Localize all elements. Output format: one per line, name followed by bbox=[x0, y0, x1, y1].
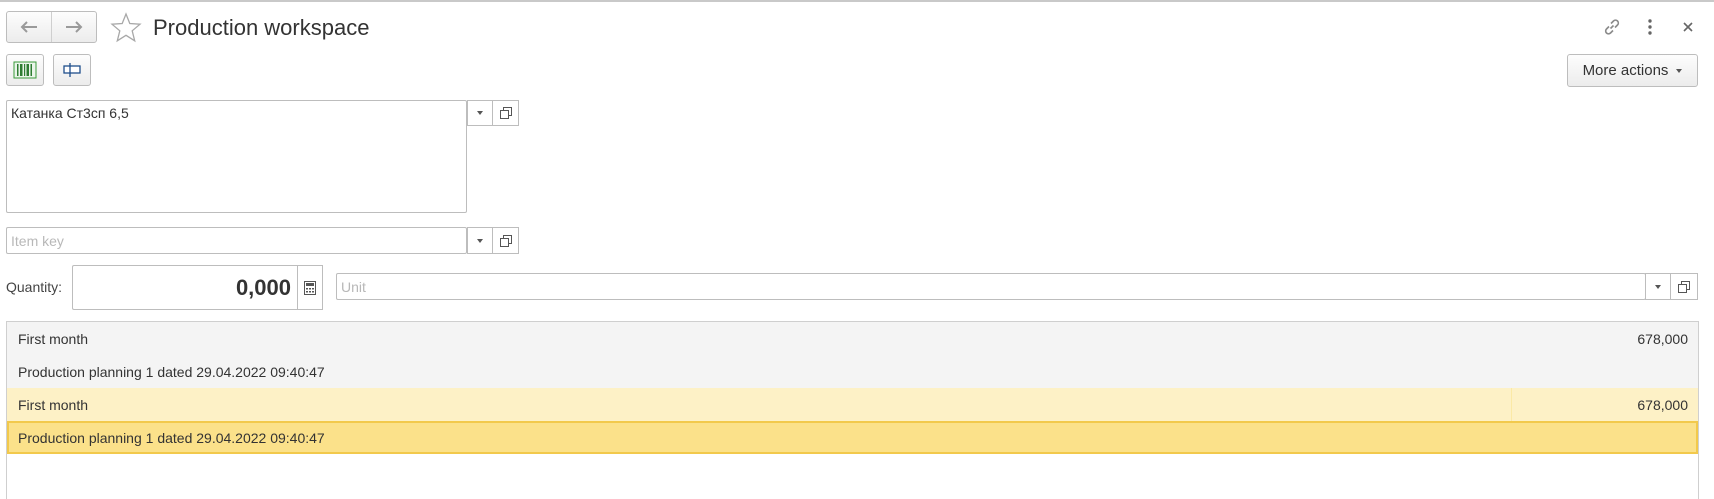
forward-button[interactable] bbox=[51, 12, 96, 42]
item-name-dropdown-button[interactable] bbox=[467, 100, 493, 126]
unit-placeholder: Unit bbox=[341, 278, 366, 295]
item-key-placeholder: Item key bbox=[11, 232, 64, 249]
calculator-button[interactable] bbox=[297, 265, 323, 310]
item-key-open-button[interactable] bbox=[492, 227, 519, 254]
row-name: First month bbox=[18, 330, 89, 347]
table-row[interactable]: Production planning 1 dated 29.04.2022 0… bbox=[7, 355, 1698, 388]
quantity-label: Quantity: bbox=[6, 279, 63, 295]
more-actions-button[interactable]: More actions bbox=[1567, 54, 1698, 87]
calculator-icon bbox=[304, 280, 316, 295]
star-icon[interactable] bbox=[110, 12, 142, 44]
page-title: Production workspace bbox=[153, 15, 370, 40]
link-button[interactable] bbox=[1601, 16, 1623, 38]
more-vertical-button[interactable] bbox=[1639, 16, 1661, 38]
unit-input[interactable]: Unit bbox=[336, 273, 1646, 300]
chevron-down-icon bbox=[1655, 284, 1661, 289]
barcode-button[interactable] bbox=[6, 54, 44, 86]
more-vertical-icon bbox=[1648, 19, 1652, 35]
close-button[interactable] bbox=[1677, 16, 1699, 38]
item-key-input[interactable]: Item key bbox=[6, 227, 467, 254]
row-value bbox=[1511, 421, 1698, 454]
table-row[interactable]: First month 678,000 bbox=[7, 388, 1698, 421]
planning-table: First month 678,000 Production planning … bbox=[6, 321, 1699, 499]
navigation-group bbox=[6, 11, 97, 43]
row-name: Production planning 1 dated 29.04.2022 0… bbox=[18, 429, 325, 446]
row-value bbox=[1511, 355, 1698, 388]
row-name: First month bbox=[18, 396, 89, 413]
barcode-icon bbox=[13, 61, 37, 79]
chevron-down-icon bbox=[477, 111, 483, 115]
row-name: Production planning 1 dated 29.04.2022 0… bbox=[18, 363, 325, 380]
item-name-field[interactable]: Катанка Ст3сп 6,5 bbox=[6, 100, 467, 213]
open-window-icon bbox=[499, 107, 512, 119]
unit-open-button[interactable] bbox=[1670, 273, 1698, 300]
link-icon bbox=[1604, 19, 1620, 35]
window-top-border bbox=[0, 0, 1714, 2]
close-icon bbox=[1683, 22, 1693, 32]
label-button[interactable] bbox=[53, 54, 91, 86]
row-value: 678,000 bbox=[1637, 330, 1688, 347]
forward-arrow-icon bbox=[66, 21, 83, 33]
back-button[interactable] bbox=[7, 12, 51, 42]
open-window-icon bbox=[1678, 280, 1690, 293]
row-value: 678,000 bbox=[1511, 388, 1698, 421]
more-actions-label: More actions bbox=[1582, 62, 1669, 79]
chevron-down-icon bbox=[477, 238, 483, 243]
open-window-icon bbox=[499, 234, 512, 247]
back-arrow-icon bbox=[20, 21, 37, 33]
item-key-dropdown-button[interactable] bbox=[467, 227, 493, 254]
unit-dropdown-button[interactable] bbox=[1645, 273, 1671, 300]
label-icon bbox=[63, 63, 81, 77]
table-row[interactable]: First month 678,000 bbox=[7, 322, 1698, 355]
quantity-input[interactable]: 0,000 bbox=[72, 265, 297, 310]
table-row-selected[interactable]: Production planning 1 dated 29.04.2022 0… bbox=[7, 421, 1698, 454]
item-name-open-button[interactable] bbox=[492, 100, 519, 126]
chevron-down-icon bbox=[1676, 68, 1683, 73]
